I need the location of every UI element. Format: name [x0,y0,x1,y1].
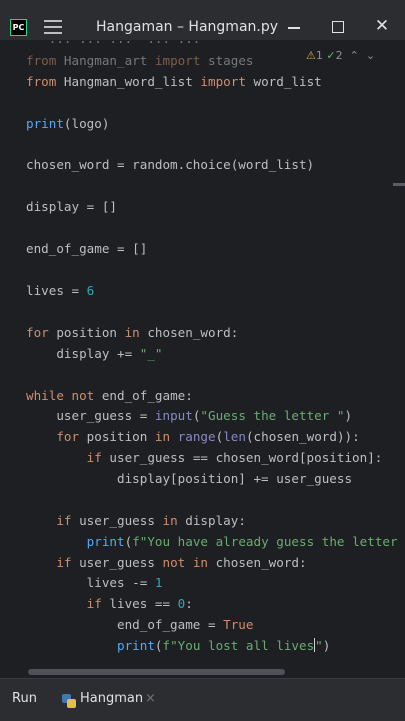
code-line-2: from Hangman_word_list import word_list [26,74,322,89]
previous-highlight-icon[interactable]: ⌃ [350,49,359,62]
maximize-icon[interactable] [328,16,348,36]
close-icon[interactable]: ✕ [372,16,392,36]
code-line-20: end_of_game = True [26,617,254,632]
code-line-17: if user_guess not in chosen_word: [56,555,307,570]
code-line-15: if user_guess in display: [56,513,246,528]
window-title: Hangaman – Hangman.py [96,19,279,35]
pycharm-logo-icon[interactable]: PC [10,19,27,36]
code-line-4: chosen_word = random.choice(word_list) [26,157,315,172]
weak-warning-icon: ✓ [326,49,336,62]
code-line-partial: ... ... ... ... ... [26,40,201,47]
minimize-icon[interactable] [284,16,304,36]
close-tab-icon[interactable]: × [145,691,156,706]
warning-count: 1 [315,49,323,62]
warning-icon: ⚠ [306,49,316,62]
code-line-13: if user_guess == chosen_word[position]: [86,450,383,465]
code-line-7: lives = 6 [26,283,95,298]
run-tool-tab[interactable]: Run [12,691,37,706]
code-line-18: lives -= 1 [26,575,163,590]
code-line-11: user_guess = input("Guess the letter ") [26,408,353,423]
code-line-1: from Hangman_art import stages [26,53,254,68]
code-line-3: print(logo) [26,116,110,131]
vertical-scrollbar[interactable] [393,183,405,186]
hamburger-menu-icon[interactable] [44,20,62,34]
code-line-14: display[position] += user_guess [26,471,353,486]
inspection-widget[interactable]: ⚠1 ✓2 ⌃ ⌄ [306,49,376,62]
python-icon [62,694,76,708]
bottom-tool-bar: Run Hangman × [0,678,405,721]
code-line-5: display = [] [26,199,117,214]
code-line-9: display += "_" [26,346,163,361]
horizontal-scrollbar[interactable] [28,669,285,675]
code-line-16: print(f"You have already guess the lette… [86,534,398,549]
next-highlight-icon[interactable]: ⌄ [366,49,375,62]
code-line-6: end_of_game = [] [26,241,148,256]
weak-warning-count: 2 [335,49,343,62]
code-line-10: while not end_of_game: [26,388,193,403]
code-editor[interactable]: ... ... ... ... ... from Hangman_art imp… [0,40,405,678]
code-line-12: for position in range(len(chosen_word)): [56,429,360,444]
run-config-tab[interactable]: Hangman [80,691,143,706]
title-bar: PC Hangaman – Hangman.py ✕ [0,0,405,40]
code-line-8: for position in chosen_word: [26,325,239,340]
code-line-21: print(f"You lost all lives") [117,638,331,653]
code-line-19: if lives == 0: [86,596,193,611]
